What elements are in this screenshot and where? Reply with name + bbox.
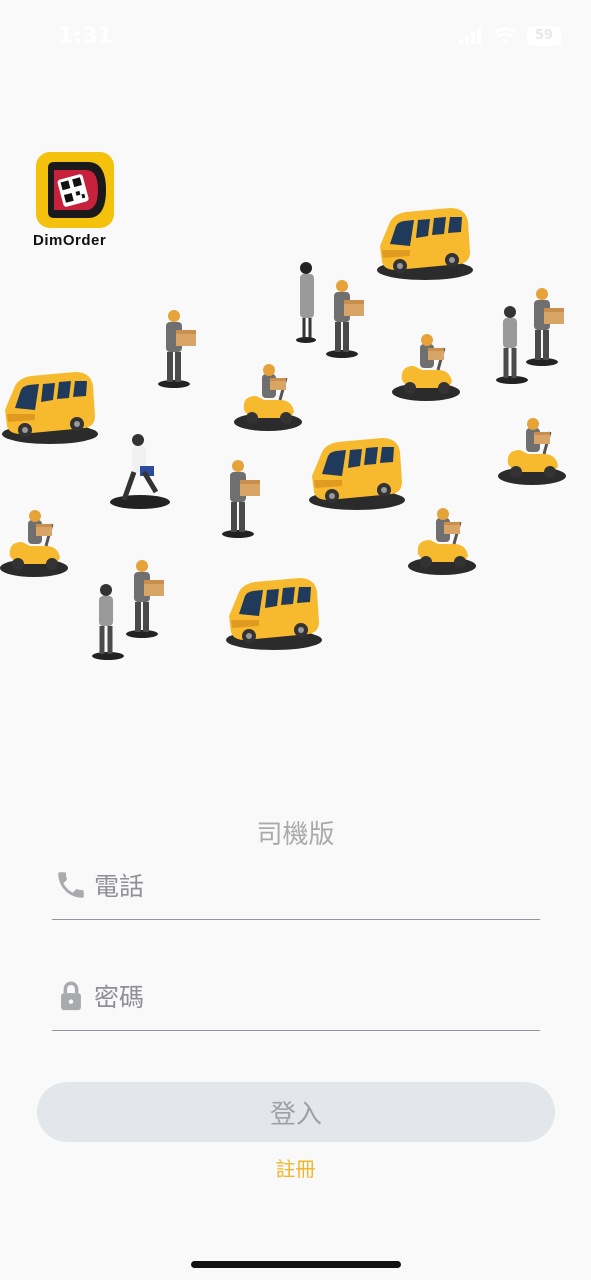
home-indicator bbox=[191, 1261, 401, 1268]
phone-input[interactable] bbox=[94, 864, 524, 908]
driver-edition-label: 司機版 bbox=[256, 820, 335, 850]
phone-field bbox=[52, 860, 540, 920]
status-time: 1:31 bbox=[58, 24, 113, 49]
wifi-icon bbox=[494, 27, 516, 44]
status-icons: 59 bbox=[459, 26, 561, 46]
signal-icon bbox=[459, 28, 481, 44]
battery-icon: 59 bbox=[527, 26, 561, 46]
password-field bbox=[52, 971, 540, 1031]
lock-icon bbox=[61, 981, 81, 1011]
register-link[interactable]: 註冊 bbox=[0, 1153, 591, 1182]
phone-icon bbox=[58, 872, 84, 898]
login-button[interactable]: 登入 bbox=[37, 1082, 555, 1142]
delivery-illustration bbox=[0, 208, 568, 660]
password-input[interactable] bbox=[94, 975, 524, 1019]
status-bar: 1:31 59 bbox=[0, 0, 591, 76]
